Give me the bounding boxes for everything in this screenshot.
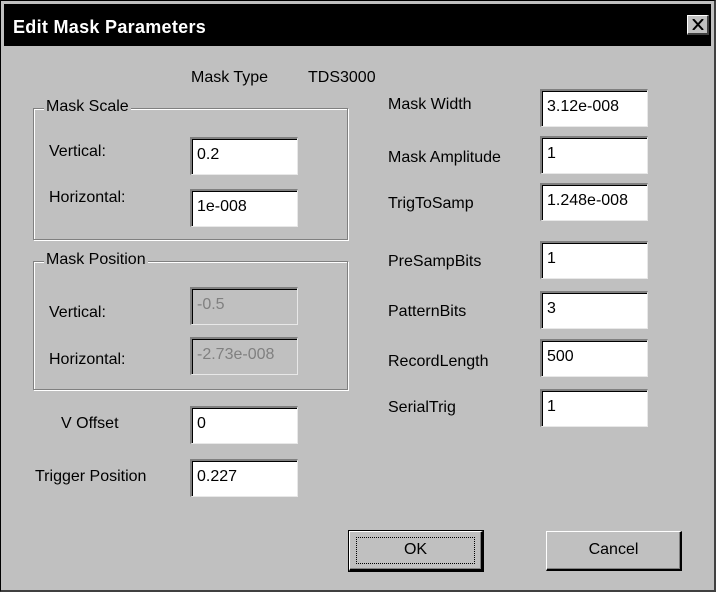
mask-amplitude-input[interactable]: 1 xyxy=(540,136,648,174)
window-title: Edit Mask Parameters xyxy=(13,17,207,37)
serial-trig-input[interactable]: 1 xyxy=(540,389,648,427)
mask-amplitude-label: Mask Amplitude xyxy=(388,149,501,166)
v-offset-input[interactable]: 0 xyxy=(190,406,298,444)
mask-width-label: Mask Width xyxy=(388,96,472,113)
pattern-bits-input[interactable]: 3 xyxy=(540,291,648,329)
serial-trig-label: SerialTrig xyxy=(388,399,456,416)
pattern-bits-label: PatternBits xyxy=(388,303,467,320)
trig-to-samp-label: TrigToSamp xyxy=(388,195,474,212)
mask-scale-vertical-input[interactable]: 0.2 xyxy=(190,137,298,175)
ok-button-label: OK xyxy=(403,541,428,558)
record-length-label: RecordLength xyxy=(388,353,489,370)
mask-scale-legend: Mask Scale xyxy=(44,98,131,116)
close-icon xyxy=(692,19,704,30)
mask-width-input[interactable]: 3.12e-008 xyxy=(540,89,648,127)
trigger-position-label: Trigger Position xyxy=(35,468,147,485)
cancel-button-label: Cancel xyxy=(588,541,639,558)
mask-position-vertical-input[interactable]: -0.5 xyxy=(190,287,298,325)
mask-type-value: TDS3000 xyxy=(308,69,376,86)
mask-type-label: Mask Type xyxy=(191,69,269,86)
mask-scale-horizontal-label: Horizontal: xyxy=(49,189,126,206)
close-button[interactable] xyxy=(687,15,709,35)
pre-samp-bits-input[interactable]: 1 xyxy=(540,241,648,279)
mask-position-legend: Mask Position xyxy=(44,251,148,269)
pre-samp-bits-label: PreSampBits xyxy=(388,253,482,270)
mask-scale-horizontal-input[interactable]: 1e-008 xyxy=(190,189,298,227)
title-bar: Edit Mask Parameters xyxy=(4,4,711,46)
mask-position-horizontal-input[interactable]: -2.73e-008 xyxy=(190,337,298,375)
mask-position-vertical-label: Vertical: xyxy=(49,304,106,321)
trig-to-samp-input[interactable]: 1.248e-008 xyxy=(540,183,648,221)
record-length-input[interactable]: 500 xyxy=(540,339,648,377)
trigger-position-input[interactable]: 0.227 xyxy=(190,459,298,497)
mask-position-horizontal-label: Horizontal: xyxy=(49,351,126,368)
mask-scale-vertical-label: Vertical: xyxy=(49,143,106,160)
v-offset-label: V Offset xyxy=(61,415,119,432)
edit-mask-parameters-dialog: Edit Mask Parameters Mask Type TDS3000 M… xyxy=(0,0,716,592)
cancel-button[interactable]: Cancel xyxy=(546,531,682,571)
ok-button[interactable]: OK xyxy=(348,530,484,572)
